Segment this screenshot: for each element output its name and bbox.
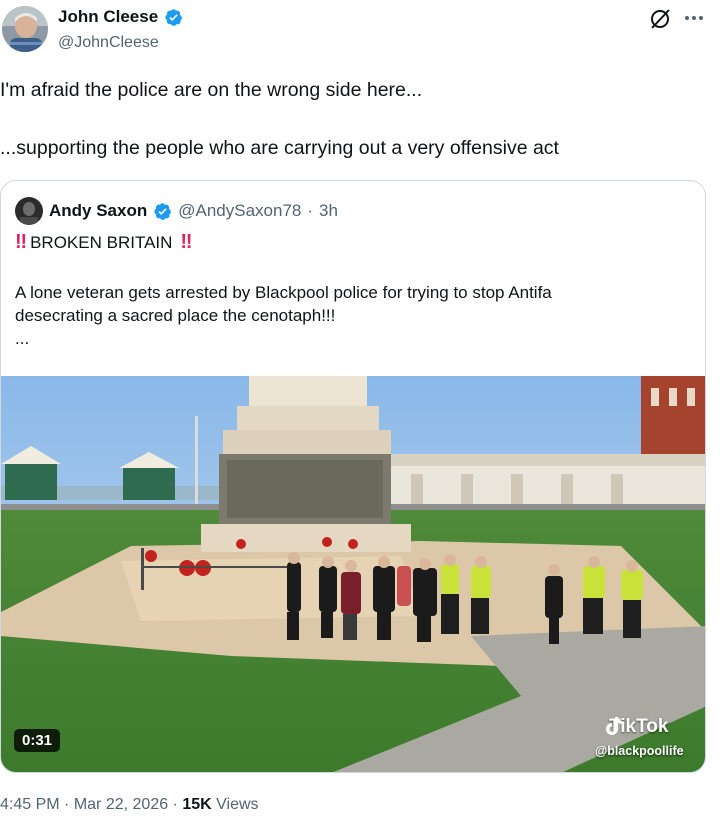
author-handle[interactable]: @JohnCleese bbox=[58, 34, 159, 52]
tweet-header: John Cleese @JohnCleese bbox=[0, 0, 727, 62]
tweet-line-1: I'm afraid the police are on the wrong s… bbox=[0, 79, 423, 101]
quoted-avatar[interactable] bbox=[15, 197, 43, 225]
meta-separator: · bbox=[172, 796, 178, 813]
author-avatar[interactable] bbox=[2, 6, 48, 52]
views-label: Views bbox=[216, 796, 259, 813]
tiktok-watermark-handle: @blackpoollife bbox=[595, 744, 684, 758]
more-icon[interactable] bbox=[682, 8, 706, 28]
tweet-meta: 4:45 PM · Mar 22, 2026 · 15K Views bbox=[0, 796, 259, 814]
video-thumbnail bbox=[1, 376, 705, 772]
double-exclamation-emoji: ‼ bbox=[15, 231, 27, 253]
post-time[interactable]: 4:45 PM bbox=[0, 796, 60, 813]
meta-separator: · bbox=[64, 796, 70, 813]
quoted-header: Andy Saxon @AndySaxon78 · 3h bbox=[15, 197, 338, 225]
quoted-verified-badge-icon bbox=[153, 202, 172, 221]
video-player[interactable]: 0:31 TikTok @blackpoollife bbox=[1, 376, 705, 772]
quoted-title: ‼ BROKEN BRITAIN ‼ bbox=[15, 231, 695, 254]
post-date[interactable]: Mar 22, 2026 bbox=[74, 796, 168, 813]
grok-icon[interactable] bbox=[649, 8, 671, 30]
double-exclamation-emoji: ‼ bbox=[180, 231, 192, 253]
quoted-body-line-2: desecrating a sacred place the cenotaph!… bbox=[15, 306, 336, 325]
author-name-row: John Cleese bbox=[58, 7, 183, 27]
views-count: 15K bbox=[182, 796, 212, 813]
tiktok-watermark: TikTok bbox=[605, 716, 668, 738]
author-display-name[interactable]: John Cleese bbox=[58, 7, 158, 27]
tweet-line-2: ...supporting the people who are carryin… bbox=[0, 137, 559, 159]
quoted-text: ‼ BROKEN BRITAIN ‼ A lone veteran gets a… bbox=[15, 231, 695, 350]
quoted-ellipsis[interactable]: ... bbox=[15, 327, 695, 350]
quoted-body-line-1: A lone veteran gets arrested by Blackpoo… bbox=[15, 283, 552, 302]
quoted-time[interactable]: 3h bbox=[319, 201, 338, 221]
video-duration-badge: 0:31 bbox=[14, 729, 61, 752]
quoted-handle[interactable]: @AndySaxon78 bbox=[178, 201, 301, 221]
quoted-separator: · bbox=[307, 201, 314, 220]
quoted-display-name[interactable]: Andy Saxon bbox=[49, 201, 147, 221]
verified-badge-icon bbox=[164, 8, 183, 27]
quoted-title-text: BROKEN BRITAIN bbox=[30, 233, 173, 252]
quoted-tweet[interactable]: Andy Saxon @AndySaxon78 · 3h ‼ BROKEN BR… bbox=[0, 180, 706, 773]
tweet-text: I'm afraid the police are on the wrong s… bbox=[0, 76, 720, 162]
